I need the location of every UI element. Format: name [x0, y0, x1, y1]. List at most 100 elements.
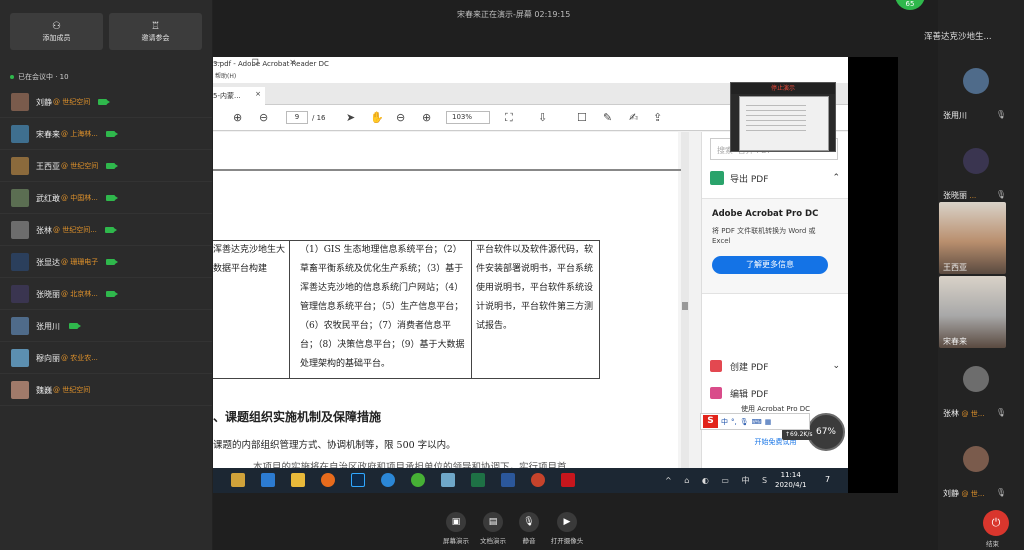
share-icon[interactable]: ⇪ [653, 111, 662, 124]
body-text: 课题的内部组织管理方式、协调机制等，限 500 字以内。 [213, 440, 456, 451]
ime-punct[interactable]: °, [731, 418, 737, 426]
invite-button[interactable]: ♖ 邀请参会 [109, 13, 202, 50]
mic-icon: 🎙 [995, 488, 1006, 497]
camera-on-icon [106, 163, 119, 169]
hangup-label: 结束 [986, 540, 999, 548]
chevron-up-icon[interactable]: ⌃ [832, 173, 840, 183]
hand-tool-icon[interactable]: ✋ [370, 111, 384, 124]
hangup-button[interactable]: ⏻ [983, 510, 1009, 536]
avatar [11, 253, 29, 271]
sogou-icon: S [703, 415, 718, 428]
action-center-icon[interactable]: 7 [825, 475, 830, 484]
participant-row[interactable]: 王西亚 @ 世纪空间 [0, 151, 212, 182]
learn-more-button[interactable]: 了解更多信息 [712, 256, 828, 274]
ime-toolbar[interactable]: S 中 °, 🎙 ⌨ ▦ [700, 413, 810, 430]
participant-row[interactable]: 宋春来 @ 上海林... [0, 119, 212, 150]
firefox-icon[interactable] [321, 473, 335, 487]
taskbar-clock[interactable]: 11:14 2020/4/1 [775, 470, 806, 490]
in-meeting-count: 已在会议中 · 10 [0, 50, 212, 86]
section-title: 、课题组织实施机制及保障措施 [213, 410, 382, 424]
acrobat-window-controls[interactable]: — ❐ ✕ [213, 58, 838, 67]
participant-org: @ 农业农... [61, 354, 98, 362]
mail-icon[interactable] [261, 473, 275, 487]
participant-name: 张晓丽 [36, 289, 60, 299]
excel-icon[interactable] [471, 473, 485, 487]
add-member-button[interactable]: ⚇ 添加成员 [10, 13, 103, 50]
participant-row[interactable]: 张晓丽 @ 北京林... [0, 279, 212, 310]
video-tile[interactable]: 宋春来 [939, 276, 1006, 348]
comment-icon[interactable]: ☐ [577, 111, 587, 124]
ime-menu-icon[interactable]: ▦ [765, 418, 772, 426]
ime-mic-icon[interactable]: 🎙 [740, 418, 749, 426]
participant-list: 刘静 @ 世纪空间 宋春来 @ 上海林... 王西亚 @ 世纪空间 武红敢 @ 中国林... 张… [0, 87, 212, 406]
participant-name: 张显达 [36, 257, 60, 267]
mic-icon: 🎙 [995, 110, 1006, 119]
create-pdf-label: 创建 PDF [730, 362, 769, 373]
camera-on-icon [105, 291, 118, 297]
export-pdf-icon [710, 171, 724, 185]
meeting-window: ⚇ 添加成员 ♖ 邀请参会 已在会议中 · 10 刘静 @ 世纪空间 宋春来 @ 上海… [0, 0, 1024, 550]
camera-on-icon [106, 259, 119, 265]
participant-org: @ 世纪空间 [61, 162, 99, 170]
presenter-preview[interactable]: 停止演示 [730, 82, 836, 152]
system-tray[interactable]: ^ ⌂ ◐ ▭ 中 S [665, 475, 772, 486]
participant-org: @ 珊珊电子 [61, 258, 99, 266]
zoom-out-icon[interactable]: ⊖ [396, 111, 405, 124]
video-tile[interactable]: 王西亚 [939, 202, 1006, 274]
chevron-down-icon[interactable]: ⌄ [832, 361, 840, 371]
zoom-select[interactable]: 103% [446, 111, 490, 124]
tile-name: 刘静 @ 世... [943, 489, 985, 498]
word-icon[interactable] [501, 473, 515, 487]
explorer-icon[interactable] [291, 473, 305, 487]
participant-name: 魏巍 [36, 385, 52, 395]
page-number-input[interactable]: 9 [286, 111, 308, 124]
export-pdf-item[interactable]: 导出 PDF ⌃ [710, 168, 840, 188]
control-icon: 🎙 [519, 512, 539, 532]
control-label: 静音 [522, 537, 536, 545]
document-tab[interactable]: 5-内蒙... × [213, 87, 265, 105]
participant-row[interactable]: 张林 @ 世纪空间... [0, 215, 212, 246]
edit-pdf-item[interactable]: 编辑 PDF [710, 383, 840, 403]
document-view: 浑善达克沙地生大数据平台构建 （1）GIS 生态地理信息系统平台；（2）草畜平衡… [213, 132, 689, 493]
acrobat-taskbar-icon[interactable] [561, 473, 575, 487]
pro-promo: Adobe Acrobat Pro DC 将 PDF 文件联机转换为 Word … [702, 198, 848, 294]
meeting-name[interactable]: 浑善达克沙地生... [924, 30, 992, 42]
create-pdf-item[interactable]: 创建 PDF ⌄ [710, 356, 840, 376]
next-page-icon[interactable]: ⊖ [259, 111, 268, 124]
participant-row[interactable]: 穆向丽 @ 农业农... [0, 343, 212, 374]
powerpoint-icon[interactable] [531, 473, 545, 487]
scroll-thumb[interactable] [682, 302, 688, 310]
header-rule [213, 169, 681, 171]
participant-row[interactable]: 魏巍 @ 世纪空间 [0, 375, 212, 406]
participant-row[interactable]: 武红敢 @ 中国林... [0, 183, 212, 214]
scroll-mode-icon[interactable]: ⇩ [538, 111, 547, 124]
participant-org: @ 世纪空间 [53, 98, 91, 106]
photoshop-icon[interactable] [351, 473, 365, 487]
table-cell-deliverable: 平台软件以及软件源代码，软件安装部署说明书，平台系统使用说明书，平台软件系统设计… [471, 241, 599, 378]
wechat-icon[interactable] [411, 473, 425, 487]
participant-row[interactable]: 刘静 @ 世纪空间 [0, 87, 212, 118]
prev-page-icon[interactable]: ⊕ [233, 111, 242, 124]
participant-row[interactable]: 张用川 [0, 311, 212, 342]
fit-page-icon[interactable]: ⛶ [505, 111, 513, 125]
camera-on-icon [104, 227, 117, 233]
control-button[interactable]: ▶ 打开摄像头 [542, 512, 592, 545]
camera-on-icon [105, 131, 118, 137]
document-scrollbar[interactable] [681, 132, 689, 493]
select-cursor-icon[interactable]: ➤ [346, 111, 355, 124]
document-page: 浑善达克沙地生大数据平台构建 （1）GIS 生态地理信息系统平台；（2）草畜平衡… [213, 132, 681, 493]
participant-name: 张用川 [36, 321, 60, 331]
ime-keyboard-icon[interactable]: ⌨ [752, 418, 762, 426]
notes-icon[interactable] [441, 473, 455, 487]
highlight-icon[interactable]: ✎ [603, 111, 612, 124]
participant-name: 宋春来 [36, 129, 60, 139]
search-app-icon[interactable] [381, 473, 395, 487]
store-icon[interactable] [231, 473, 245, 487]
ime-mode[interactable]: 中 [721, 417, 728, 427]
stop-presenting-label[interactable]: 停止演示 [731, 83, 835, 94]
avatar [11, 93, 29, 111]
sign-icon[interactable]: ✍ [629, 111, 638, 124]
zoom-in-icon[interactable]: ⊕ [422, 111, 431, 124]
participant-row[interactable]: 张显达 @ 珊珊电子 [0, 247, 212, 278]
tab-close-icon[interactable]: × [255, 90, 261, 98]
